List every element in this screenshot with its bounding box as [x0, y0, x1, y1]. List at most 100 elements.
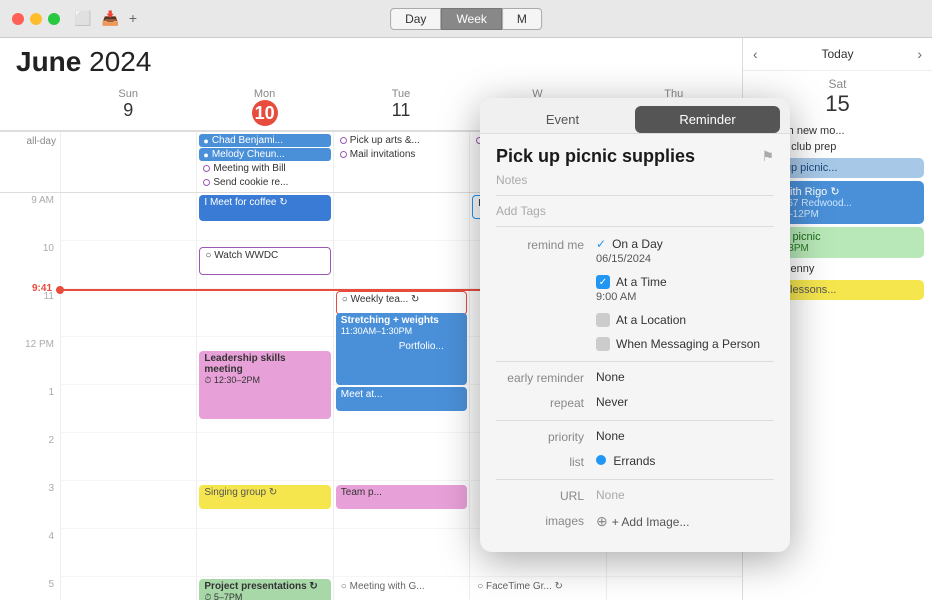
fullscreen-button[interactable]: [48, 13, 60, 25]
view-day-button[interactable]: Day: [390, 8, 441, 30]
view-week-button[interactable]: Week: [441, 8, 501, 30]
event-watch-wwdc[interactable]: ○ Watch WWDC: [199, 247, 330, 275]
messaging-checkbox[interactable]: [596, 337, 610, 351]
allday-event-cookie[interactable]: Send cookie re...: [199, 176, 330, 189]
event-meet-coffee[interactable]: I Meet for coffee ↻: [199, 195, 330, 221]
event-title: I Meet for coffee ↻: [204, 197, 287, 208]
month-title: June 2024: [0, 46, 742, 84]
traffic-lights: [12, 13, 60, 25]
at-a-time-checkbox[interactable]: ✓: [596, 275, 610, 289]
at-a-time-row: ✓ At a Time: [596, 275, 774, 289]
modal-field-early: early reminder None: [496, 370, 774, 385]
on-a-day-check[interactable]: ✓: [596, 237, 606, 251]
modal-flag-icon[interactable]: ⚑: [761, 148, 774, 165]
time-12pm: 12 PM: [0, 337, 60, 385]
at-location-checkbox[interactable]: [596, 313, 610, 327]
modal-field-repeat: repeat Never: [496, 395, 774, 410]
cell-mon-2: [196, 433, 332, 481]
event-team-p[interactable]: Team p...: [336, 485, 467, 509]
modal-title: Pick up picnic supplies: [496, 146, 695, 167]
modal-field-time: ✓ At a Time 9:00 AM: [496, 275, 774, 303]
cell-tue-1: Meet at...: [333, 385, 469, 433]
modal-field-url: URL None: [496, 488, 774, 503]
priority-label: priority: [496, 429, 596, 444]
minimize-button[interactable]: [30, 13, 42, 25]
view-month-button[interactable]: M: [502, 8, 542, 30]
add-image-label: + Add Image...: [612, 515, 690, 529]
titlebar-icons: ⬜ 📥 +: [74, 10, 137, 27]
list-name: Errands: [613, 454, 655, 468]
tab-event[interactable]: Event: [490, 106, 635, 133]
cell-tue-2: [333, 433, 469, 481]
allday-event-pickup-arts[interactable]: Pick up arts &...: [336, 134, 467, 147]
list-label: list: [496, 454, 596, 469]
url-value[interactable]: None: [596, 488, 774, 502]
inbox-icon[interactable]: 📥: [101, 10, 118, 27]
right-day-name: Sat: [743, 77, 932, 91]
next-month-button[interactable]: ›: [917, 46, 922, 62]
cell-mon-5: Project presentations ↻ ⏱ 5–7PM: [196, 577, 332, 600]
event-leadership[interactable]: Leadership skills meeting ⏱ 12:30–2PM: [199, 351, 330, 419]
early-reminder-value[interactable]: None: [596, 370, 774, 384]
early-reminder-label: early reminder: [496, 370, 596, 385]
messaging-label-empty: [496, 337, 596, 338]
modal-field-images: images ⊕ + Add Image...: [496, 513, 774, 530]
mini-calendar-nav: ‹ Today ›: [743, 38, 932, 71]
messaging-row: When Messaging a Person: [596, 337, 774, 351]
modal-field-location: At a Location: [496, 313, 774, 327]
event-singing-group[interactable]: Singing group ↻: [199, 485, 330, 509]
remind-me-label: remind me: [496, 237, 596, 252]
calendar-container: June 2024 Sun 9 Mon 10 Tue 11 W 12: [0, 38, 932, 600]
day-header-tue: Tue 11: [333, 84, 469, 130]
event-project-pres[interactable]: Project presentations ↻ ⏱ 5–7PM: [199, 579, 330, 600]
cell-mon-9: I Meet for coffee ↻: [196, 193, 332, 241]
time-5pm: 5: [0, 577, 60, 600]
allday-event-chad[interactable]: ● Chad Benjami...: [199, 134, 330, 147]
event-time: 11:30AM–1:30PM: [341, 326, 462, 336]
modal-field-messaging: When Messaging a Person: [496, 337, 774, 351]
event-weekly-tea[interactable]: ○ Weekly tea... ↻: [336, 291, 467, 315]
at-a-time-value: 9:00 AM: [596, 291, 774, 303]
modal-field-list: list Errands: [496, 454, 774, 469]
reminder-popup[interactable]: Event Reminder Pick up picnic supplies ⚑…: [480, 98, 790, 552]
repeat-value[interactable]: Never: [596, 395, 774, 409]
messaging-label: When Messaging a Person: [616, 337, 760, 351]
event-meeting-g[interactable]: ○ Meeting with G...: [336, 579, 467, 600]
event-facetime[interactable]: ○ FaceTime Gr... ↻: [472, 579, 603, 600]
allday-mon: ● Chad Benjami... ● Melody Cheun... Meet…: [196, 132, 332, 192]
event-portfolio[interactable]: Portfolio...: [395, 339, 467, 363]
cell-sun-12: [60, 337, 196, 385]
at-location-value: At a Location: [596, 313, 774, 327]
cell-sun-3: [60, 481, 196, 529]
modal-tags[interactable]: Add Tags: [496, 204, 774, 227]
allday-event-meeting-bill[interactable]: Meeting with Bill: [199, 162, 330, 175]
allday-tue: Pick up arts &... Mail invitations: [333, 132, 469, 192]
today-button[interactable]: Today: [821, 47, 853, 61]
titlebar: ⬜ 📥 + Day Week M: [0, 0, 932, 38]
tab-reminder[interactable]: Reminder: [635, 106, 780, 133]
close-button[interactable]: [12, 13, 24, 25]
on-a-day-date: 06/15/2024: [596, 253, 774, 265]
cell-sun-4: [60, 529, 196, 577]
event-meet-at[interactable]: Meet at...: [336, 387, 467, 411]
allday-event-melody[interactable]: ● Melody Cheun...: [199, 148, 330, 161]
at-a-time-label: At a Time: [616, 275, 667, 289]
time-10: 10: [0, 241, 60, 289]
at-location-label: At a Location: [616, 313, 686, 327]
current-time-badge: 9:41: [0, 283, 56, 294]
add-icon[interactable]: +: [129, 10, 137, 27]
allday-sun: [60, 132, 196, 192]
priority-value[interactable]: None: [596, 429, 774, 443]
url-label: URL: [496, 488, 596, 503]
list-value[interactable]: Errands: [596, 454, 774, 468]
cell-wed-5: ○ FaceTime Gr... ↻ Soccer practice: [469, 577, 605, 600]
repeat-label: repeat: [496, 395, 596, 410]
at-time-label-empty: [496, 275, 596, 276]
cell-sun-11: [60, 289, 196, 337]
modal-notes[interactable]: Notes: [496, 173, 774, 196]
allday-event-mail-inv[interactable]: Mail invitations: [336, 148, 467, 161]
add-image-button[interactable]: ⊕ + Add Image...: [596, 513, 774, 530]
sidebar-icon[interactable]: ⬜: [74, 10, 91, 27]
prev-month-button[interactable]: ‹: [753, 46, 758, 62]
day-header-mon: Mon 10: [196, 84, 332, 130]
